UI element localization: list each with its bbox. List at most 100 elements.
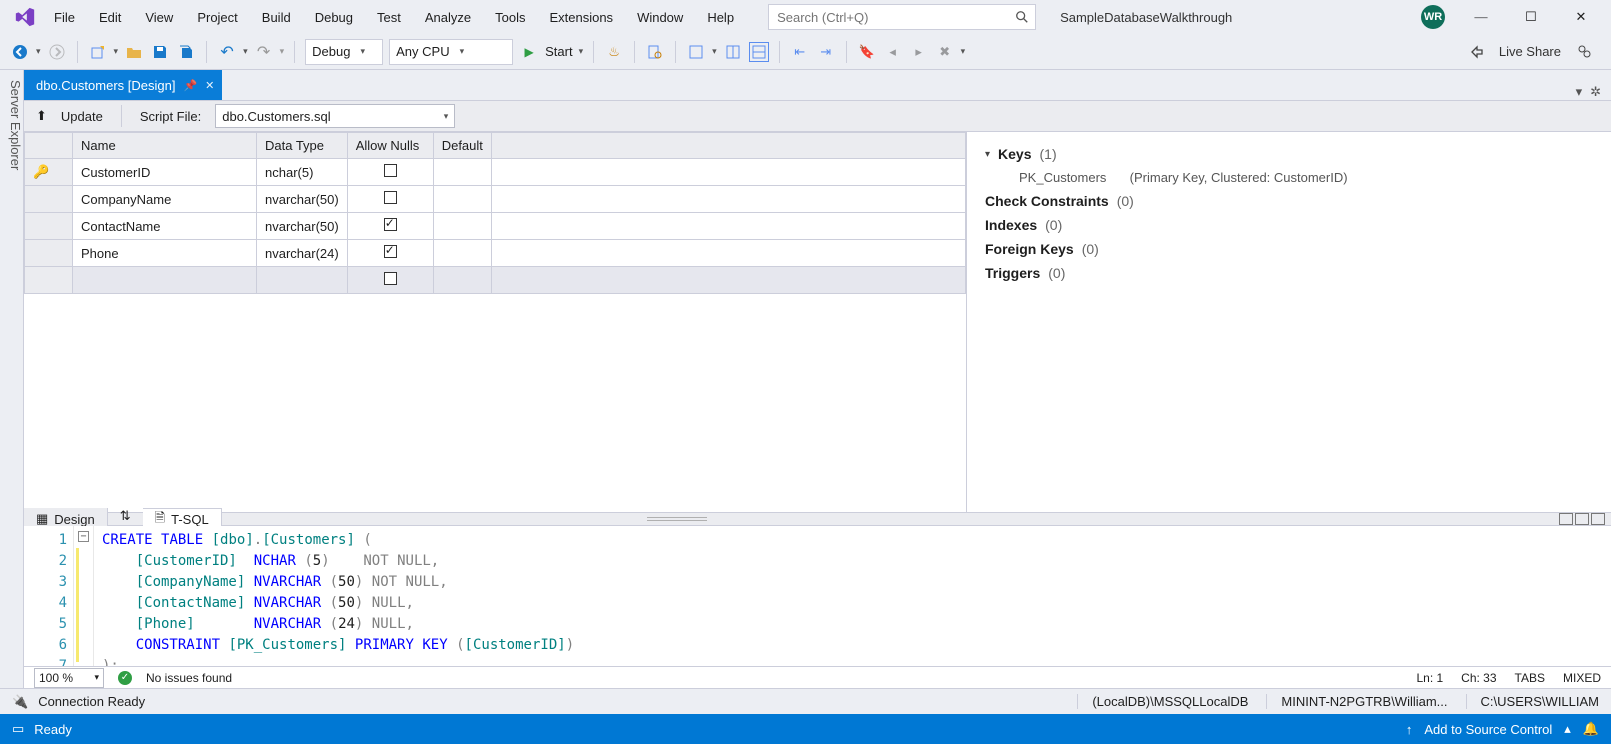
window-minimize-icon[interactable]: — xyxy=(1467,9,1495,25)
menu-debug[interactable]: Debug xyxy=(305,6,363,29)
row-header[interactable] xyxy=(25,186,73,213)
table-row[interactable]: 🔑CustomerIDnchar(5) xyxy=(25,159,966,186)
keys-group[interactable]: ▾ Keys (1) xyxy=(985,142,1593,166)
open-file-icon[interactable] xyxy=(124,42,144,62)
live-share-label[interactable]: Live Share xyxy=(1499,44,1561,59)
cell-default[interactable] xyxy=(433,159,491,186)
bookmark-icon[interactable]: 🔖 xyxy=(857,42,877,62)
indent-mode[interactable]: TABS xyxy=(1515,671,1545,685)
cell-allow-nulls[interactable] xyxy=(347,159,433,186)
script-file-dropdown[interactable]: dbo.Customers.sql▾ xyxy=(215,104,455,128)
checkbox-icon[interactable] xyxy=(384,272,397,285)
cell-blank[interactable] xyxy=(491,213,965,240)
notifications-bell-icon[interactable]: 🔔 xyxy=(1583,721,1599,737)
checkbox-icon[interactable] xyxy=(384,245,397,258)
nav-forward-icon[interactable] xyxy=(47,42,67,62)
prev-bookmark-icon[interactable]: ◂ xyxy=(883,42,903,62)
cell-name[interactable]: CustomerID xyxy=(73,159,257,186)
menu-project[interactable]: Project xyxy=(187,6,247,29)
menu-test[interactable]: Test xyxy=(367,6,411,29)
quick-search-input[interactable] xyxy=(775,9,1015,26)
chevron-up-icon[interactable]: ▴ xyxy=(1564,721,1571,737)
outlining-gutter[interactable]: − xyxy=(74,526,94,666)
start-debug-icon[interactable]: ▶ xyxy=(519,42,539,62)
close-tab-icon[interactable]: ✕ xyxy=(205,79,214,92)
table-row-empty[interactable] xyxy=(25,267,966,294)
menu-file[interactable]: File xyxy=(44,6,85,29)
row-header[interactable] xyxy=(25,213,73,240)
indexes-group[interactable]: Indexes(0) xyxy=(985,213,1593,237)
box3-icon[interactable] xyxy=(749,42,769,62)
output-window-icon[interactable]: ▭ xyxy=(12,721,24,737)
cell-type[interactable]: nchar(5) xyxy=(257,159,348,186)
clear-bookmarks-icon[interactable]: ✖ xyxy=(935,42,955,62)
checkbox-icon[interactable] xyxy=(384,218,397,231)
cell-name[interactable]: CompanyName xyxy=(73,186,257,213)
foreign-keys-group[interactable]: Foreign Keys(0) xyxy=(985,237,1593,261)
outdent-icon[interactable]: ⇤ xyxy=(790,42,810,62)
server-explorer-tab[interactable]: Server Explorer xyxy=(0,70,24,688)
code-content[interactable]: CREATE TABLE [dbo].[Customers] ( [Custom… xyxy=(94,526,574,666)
menu-help[interactable]: Help xyxy=(697,6,744,29)
cell-blank[interactable] xyxy=(491,186,965,213)
checkbox-icon[interactable] xyxy=(384,164,397,177)
tab-settings-icon[interactable]: ✲ xyxy=(1590,84,1601,100)
feedback-icon[interactable] xyxy=(1575,43,1593,61)
update-arrow-icon[interactable]: ⬆ xyxy=(36,108,47,124)
menu-build[interactable]: Build xyxy=(252,6,301,29)
box2-icon[interactable] xyxy=(723,42,743,62)
zoom-dropdown[interactable]: 100 %▾ xyxy=(34,668,104,688)
pane-layout-icons[interactable] xyxy=(1559,513,1611,525)
col-header-nulls[interactable]: Allow Nulls xyxy=(347,133,433,159)
cell-name[interactable]: Phone xyxy=(73,240,257,267)
cell-blank[interactable] xyxy=(491,159,965,186)
cell-allow-nulls[interactable] xyxy=(347,240,433,267)
tab-overflow-icon[interactable]: ▾ xyxy=(1576,84,1583,100)
window-maximize-icon[interactable]: ☐ xyxy=(1517,9,1545,25)
row-header[interactable]: 🔑 xyxy=(25,159,73,186)
menu-analyze[interactable]: Analyze xyxy=(415,6,481,29)
menu-edit[interactable]: Edit xyxy=(89,6,131,29)
check-constraints-group[interactable]: Check Constraints(0) xyxy=(985,189,1593,213)
find-in-files-icon[interactable] xyxy=(645,42,665,62)
pin-icon[interactable]: 📌 xyxy=(183,79,197,92)
splitter-grip-icon[interactable] xyxy=(647,517,707,521)
quick-search[interactable] xyxy=(768,4,1036,30)
cell-type[interactable]: nvarchar(24) xyxy=(257,240,348,267)
source-control-upload-icon[interactable]: ↑ xyxy=(1406,722,1413,737)
save-all-icon[interactable] xyxy=(176,42,196,62)
new-project-icon[interactable] xyxy=(88,42,108,62)
live-share-icon[interactable] xyxy=(1469,44,1485,60)
cell-name[interactable]: ContactName xyxy=(73,213,257,240)
start-debug-label[interactable]: Start xyxy=(545,44,572,59)
tsql-editor[interactable]: 1234567 − CREATE TABLE [dbo].[Customers]… xyxy=(24,526,1611,666)
save-icon[interactable] xyxy=(150,42,170,62)
next-bookmark-icon[interactable]: ▸ xyxy=(909,42,929,62)
update-button[interactable]: Update xyxy=(61,109,103,124)
table-row[interactable]: ContactNamenvarchar(50) xyxy=(25,213,966,240)
cell-default[interactable] xyxy=(433,240,491,267)
redo-icon[interactable]: ↷ xyxy=(254,42,274,62)
user-avatar[interactable]: WR xyxy=(1421,5,1445,29)
col-header-type[interactable]: Data Type xyxy=(257,133,348,159)
document-tab[interactable]: dbo.Customers [Design] 📌 ✕ xyxy=(24,70,222,100)
line-endings[interactable]: MIXED xyxy=(1563,671,1601,685)
menu-window[interactable]: Window xyxy=(627,6,693,29)
cell-default[interactable] xyxy=(433,213,491,240)
primary-key-item[interactable]: PK_Customers (Primary Key, Clustered: Cu… xyxy=(985,166,1593,189)
nav-back-icon[interactable] xyxy=(10,42,30,62)
checkbox-icon[interactable] xyxy=(384,191,397,204)
menu-tools[interactable]: Tools xyxy=(485,6,535,29)
cell-type[interactable]: nvarchar(50) xyxy=(257,213,348,240)
menu-extensions[interactable]: Extensions xyxy=(539,6,623,29)
cell-allow-nulls[interactable] xyxy=(347,213,433,240)
triggers-group[interactable]: Triggers(0) xyxy=(985,261,1593,285)
hot-reload-icon[interactable]: ♨ xyxy=(604,42,624,62)
cell-allow-nulls[interactable] xyxy=(347,186,433,213)
box1-icon[interactable] xyxy=(686,42,706,62)
indent-icon[interactable]: ⇥ xyxy=(816,42,836,62)
design-code-splitter[interactable]: ▦ Design ⇅ 🗎 T-SQL xyxy=(24,512,1611,526)
add-source-control-button[interactable]: Add to Source Control xyxy=(1424,722,1552,737)
config-dropdown[interactable]: Debug▾ xyxy=(305,39,383,65)
window-close-icon[interactable]: ✕ xyxy=(1567,9,1595,25)
